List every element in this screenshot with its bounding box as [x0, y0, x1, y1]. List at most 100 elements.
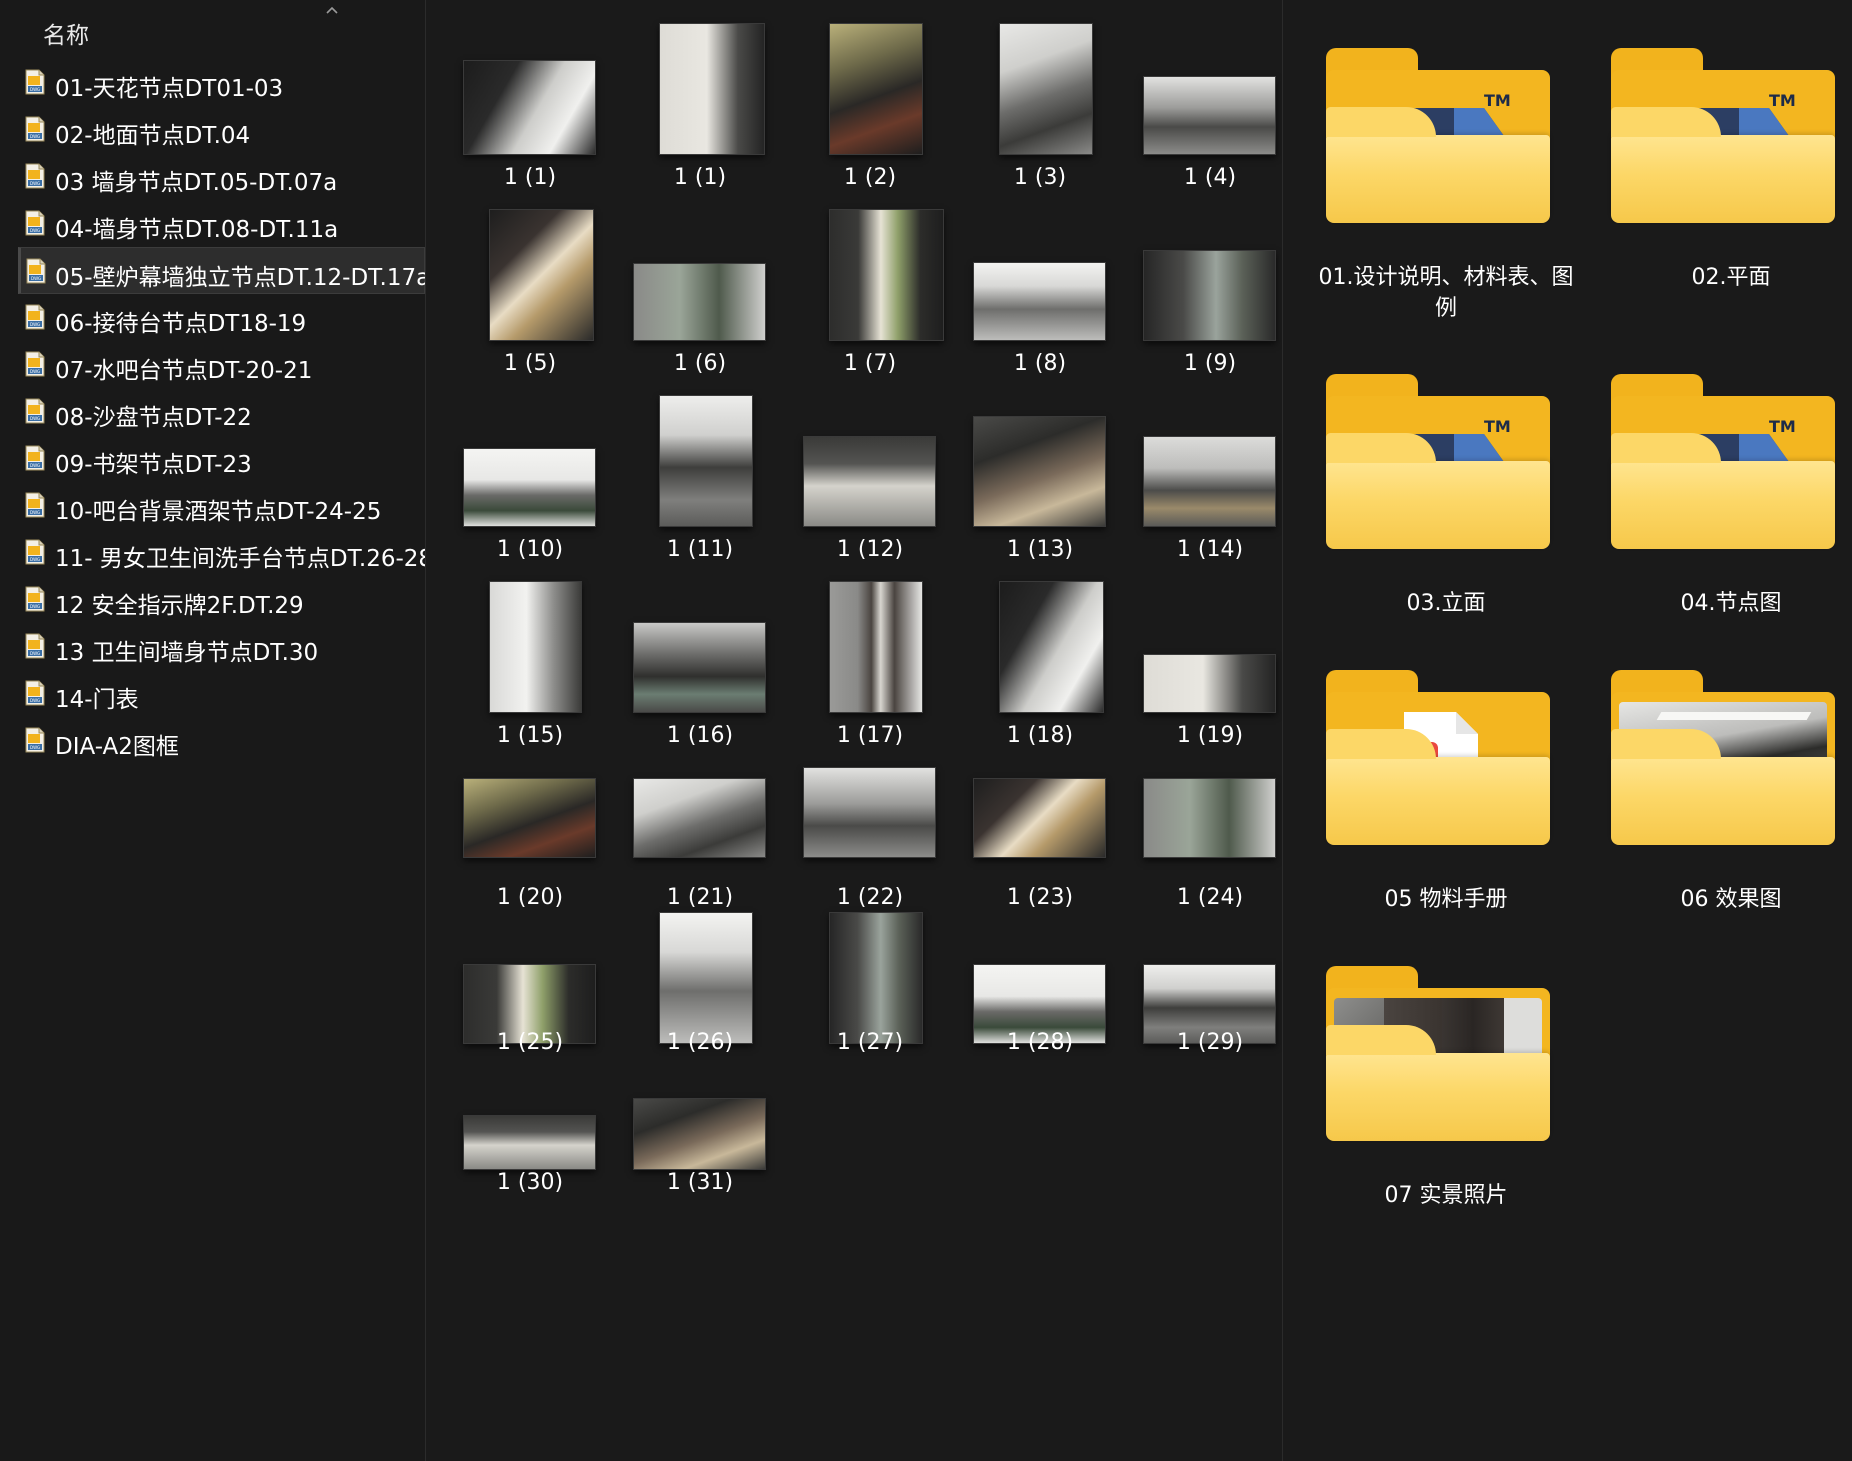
svg-text:DWG: DWG — [30, 463, 40, 468]
folder-icon: TM — [1593, 40, 1835, 225]
folder-item[interactable]: 07 实景照片 — [1308, 958, 1550, 1250]
image-thumbnail[interactable]: 1 (3) — [960, 23, 1120, 195]
file-name: 12 安全指示牌2F.DT.29 — [55, 593, 304, 619]
image-thumbnail[interactable]: 1 (18) — [960, 581, 1120, 753]
image-thumbnail[interactable]: 1 (25) — [450, 912, 610, 1060]
dwg-file-icon: DWG — [24, 633, 46, 659]
thumbnail-caption: 1 (29) — [1176, 1030, 1244, 1055]
folder-item[interactable]: 06 效果图 — [1593, 662, 1835, 954]
file-item[interactable]: DWG 07-水吧台节点DT-20-21 — [0, 341, 425, 388]
thumbnail-image — [633, 778, 766, 858]
column-header-name[interactable]: 名称 — [0, 0, 425, 58]
svg-text:DWG: DWG — [30, 322, 40, 327]
thumbnail-caption: 1 (5) — [503, 351, 557, 376]
image-thumbnail[interactable]: 1 (14) — [1130, 395, 1290, 567]
thumbnail-image — [829, 912, 923, 1044]
thumbnail-caption: 1 (11) — [666, 537, 734, 562]
folder-item[interactable]: TM 03.立面 — [1308, 366, 1550, 658]
image-thumbnail[interactable]: 1 (30) — [450, 1098, 610, 1200]
folder-item[interactable]: P 05 物料手册 — [1308, 662, 1550, 954]
svg-text:DWG: DWG — [30, 745, 40, 750]
image-thumbnail[interactable]: 1 (15) — [450, 581, 610, 753]
image-thumbnail[interactable]: 1 (26) — [620, 912, 780, 1060]
image-thumbnail[interactable]: 1 (13) — [960, 395, 1120, 567]
file-item[interactable]: DWG 08-沙盘节点DT-22 — [0, 388, 425, 435]
image-thumbnail[interactable]: 1 (22) — [790, 767, 950, 915]
image-thumbnail[interactable]: 1 (23) — [960, 767, 1120, 915]
thumbnail-caption: 1 (8) — [1013, 351, 1067, 376]
file-item[interactable]: DWG 13 卫生间墙身节点DT.30 — [0, 623, 425, 670]
folder-name-line: 01.设计说明、材料表、图 — [1318, 265, 1574, 290]
svg-text:TM: TM — [1484, 91, 1511, 110]
file-item[interactable]: DWG 12 安全指示牌2F.DT.29 — [0, 576, 425, 623]
file-item[interactable]: DWG 04-墙身节点DT.08-DT.11a — [0, 200, 425, 247]
image-thumbnail[interactable]: 1 (19) — [1130, 581, 1290, 753]
image-thumbnail[interactable]: 1 (5) — [450, 209, 610, 381]
dwg-file-icon: DWG — [24, 398, 46, 424]
file-item[interactable]: DWG 11- 男女卫生间洗手台节点DT.26-28 — [0, 529, 433, 576]
image-thumbnail[interactable]: 1 (16) — [620, 581, 780, 753]
image-thumbnail[interactable]: 1 (12) — [790, 395, 950, 567]
thumbnail-image — [1143, 436, 1276, 527]
image-thumbnail[interactable]: 1 (11) — [620, 395, 780, 567]
thumbnail-image — [999, 581, 1104, 713]
folder-name-line: 06 效果图 — [1680, 887, 1782, 912]
dwg-file-icon: DWG — [25, 258, 47, 284]
file-item[interactable]: DWG 10-吧台背景酒架节点DT-24-25 — [0, 482, 425, 529]
image-thumbnail[interactable]: 1 (29) — [1130, 912, 1290, 1060]
file-item[interactable]: DWG 05-壁炉幕墙独立节点DT.12-DT.17a — [18, 247, 430, 294]
svg-text:TM: TM — [1769, 91, 1796, 110]
sort-ascending-chevron-icon[interactable] — [322, 2, 342, 18]
image-thumbnail[interactable]: 1 (9) — [1130, 209, 1290, 381]
dwg-file-icon: DWG — [24, 445, 46, 471]
image-thumbnail[interactable]: 1 (1) — [620, 23, 780, 195]
folder-item[interactable]: TM 01.设计说明、材料表、图例 — [1308, 40, 1574, 332]
image-thumbnail[interactable]: 1 (31) — [620, 1098, 780, 1200]
image-thumbnail[interactable]: 1 (2) — [790, 23, 950, 195]
dwg-file-icon: DWG — [24, 69, 46, 95]
thumbnail-image — [829, 581, 923, 713]
folder-name: 02.平面 — [1591, 262, 1852, 293]
folder-name: 03.立面 — [1306, 588, 1586, 619]
image-thumbnail[interactable]: 1 (1) — [450, 23, 610, 195]
thumbnail-image — [489, 209, 594, 341]
thumbnail-image — [633, 263, 766, 341]
file-item[interactable]: DWG 06-接待台节点DT18-19 — [0, 294, 425, 341]
file-item[interactable]: DWG 01-天花节点DT01-03 — [0, 59, 425, 106]
folder-icon: TM — [1593, 366, 1835, 551]
thumbnail-image — [489, 581, 582, 713]
thumbnail-caption: 1 (1) — [673, 165, 727, 190]
file-name: 09-书架节点DT-23 — [55, 452, 252, 478]
dwg-file-icon: DWG — [24, 304, 46, 330]
folder-item[interactable]: TM 02.平面 — [1593, 40, 1835, 332]
file-item[interactable]: DWG 03 墙身节点DT.05-DT.07a — [0, 153, 425, 200]
thumbnail-image — [829, 209, 944, 341]
file-item[interactable]: DWG 09-书架节点DT-23 — [0, 435, 425, 482]
image-thumbnail[interactable]: 1 (7) — [790, 209, 950, 381]
folder-item[interactable]: TM 04.节点图 — [1593, 366, 1835, 658]
image-thumbnail[interactable]: 1 (21) — [620, 767, 780, 915]
file-item[interactable]: DWG DIA-A2图框 — [0, 717, 425, 764]
image-thumbnail[interactable]: 1 (4) — [1130, 23, 1290, 195]
image-thumbnail[interactable]: 1 (20) — [450, 767, 610, 915]
image-thumbnail[interactable]: 1 (10) — [450, 395, 610, 567]
file-list: DWG 01-天花节点DT01-03 DWG 02-地面节点DT.04 DWG … — [0, 59, 433, 764]
folder-name: 06 效果图 — [1591, 884, 1852, 915]
folder-icon — [1308, 958, 1550, 1143]
image-thumbnail[interactable]: 1 (8) — [960, 209, 1120, 381]
thumbnail-image — [803, 436, 936, 527]
thumbnail-image — [463, 1115, 596, 1170]
image-thumbnail[interactable]: 1 (6) — [620, 209, 780, 381]
thumbnail-image — [973, 778, 1106, 858]
dwg-file-icon: DWG — [24, 351, 46, 377]
thumbnail-image — [973, 416, 1106, 527]
file-item[interactable]: DWG 14-门表 — [0, 670, 425, 717]
image-thumbnail[interactable]: 1 (27) — [790, 912, 950, 1060]
file-item[interactable]: DWG 02-地面节点DT.04 — [0, 106, 425, 153]
image-thumbnail[interactable]: 1 (24) — [1130, 767, 1290, 915]
dwg-file-icon: DWG — [24, 539, 46, 565]
svg-text:DWG: DWG — [30, 557, 40, 562]
image-thumbnail[interactable]: 1 (17) — [790, 581, 950, 753]
thumbnail-caption: 1 (16) — [666, 723, 734, 748]
image-thumbnail[interactable]: 1 (28) — [960, 912, 1120, 1060]
